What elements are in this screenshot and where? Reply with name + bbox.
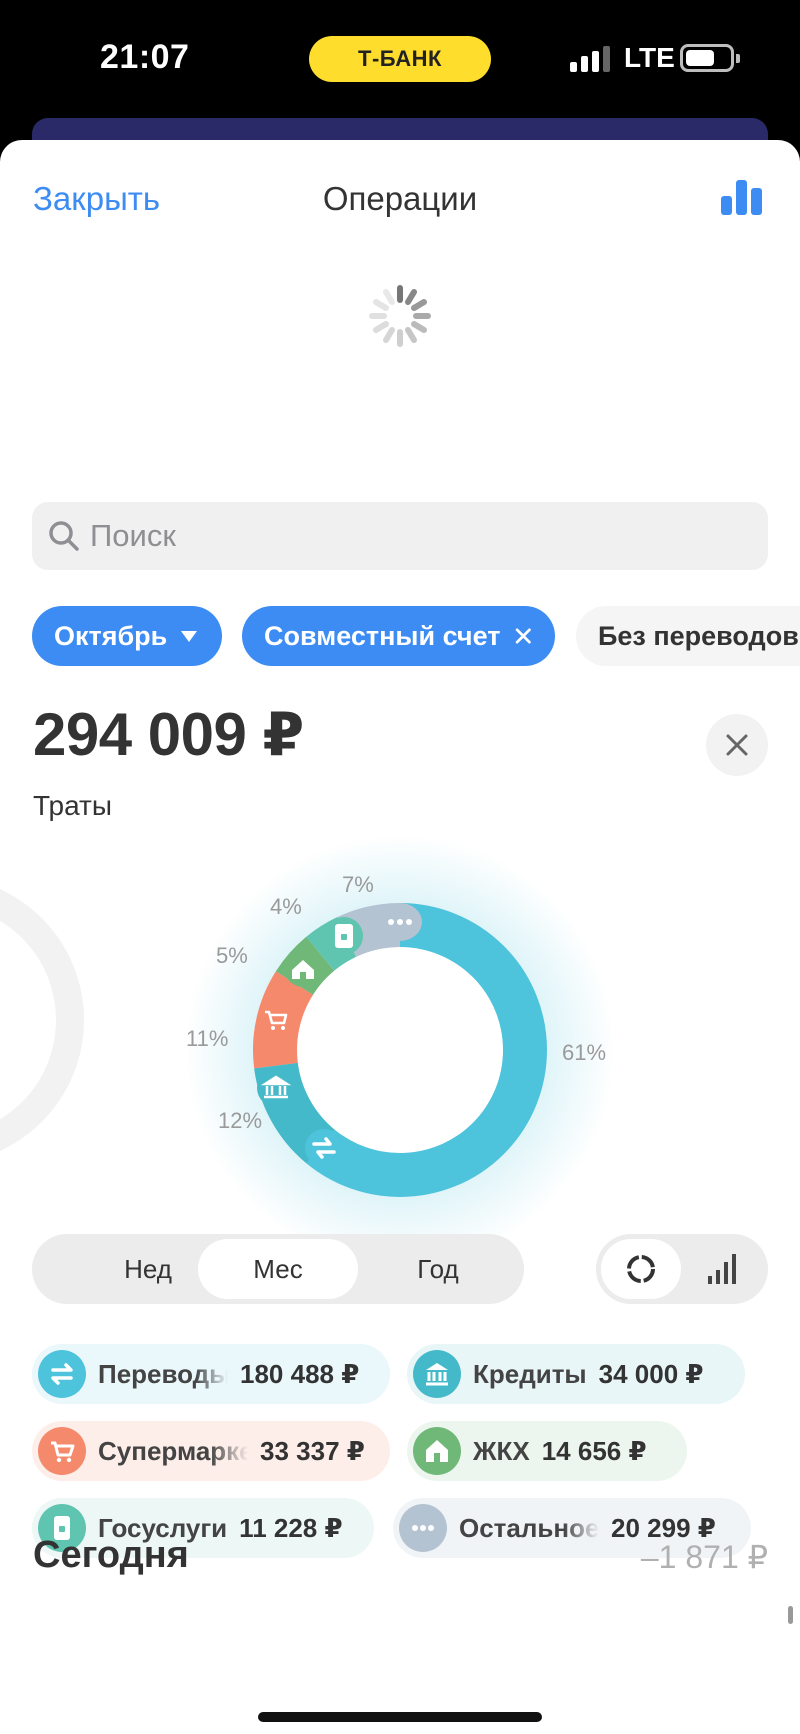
category-name: ЖКХ [473, 1435, 530, 1466]
status-bar: 21:07 Т-БАНК LTE [0, 0, 800, 120]
transfer-icon [305, 1129, 343, 1167]
search-input[interactable] [90, 502, 730, 570]
chevron-down-icon [181, 630, 198, 642]
category-amount: 180 488 ₽ [240, 1358, 360, 1389]
bank-icon [413, 1350, 461, 1398]
cart-icon [257, 1001, 295, 1039]
percent-label-supermarkets: 11% [186, 1026, 228, 1051]
month-filter-chip[interactable]: Октябрь [32, 606, 222, 666]
percent-label-transfers: 61% [562, 1040, 606, 1065]
month-filter-label: Октябрь [54, 620, 168, 651]
scroll-indicator[interactable] [788, 1606, 793, 1624]
total-spending-label: Траты [33, 790, 113, 821]
account-filter-chip[interactable]: Совместный счет [242, 606, 555, 666]
percent-label-other: 7% [342, 872, 374, 897]
network-label: LTE [624, 42, 675, 73]
category-tag-transfers[interactable]: Переводы 180 488 ₽ [32, 1344, 390, 1404]
period-year-tab[interactable]: Год [358, 1239, 518, 1299]
cart-icon [38, 1427, 86, 1475]
operations-sheet: Закрыть Операции Октябрь [0, 140, 800, 1734]
period-selector: Нед Мес Год [32, 1234, 524, 1304]
donut-hole [297, 947, 503, 1153]
transfer-icon [38, 1350, 86, 1398]
section-header-today: Сегодня [33, 1534, 189, 1576]
account-filter-label: Совместный счет [264, 620, 501, 651]
status-time: 21:07 [100, 38, 190, 76]
percent-label-gosuslugi: 4% [270, 894, 302, 919]
no-transfers-filter-label: Без переводов [598, 620, 799, 651]
category-tag-housing[interactable]: ЖКХ 14 656 ₽ [407, 1421, 687, 1481]
donut-view-button[interactable] [601, 1239, 681, 1299]
home-icon [284, 949, 322, 987]
previous-period-ring [0, 889, 84, 1151]
donut-view-icon [627, 1255, 655, 1283]
home-icon [413, 1427, 461, 1475]
close-summary-button[interactable] [706, 714, 768, 776]
close-icon[interactable] [514, 624, 533, 648]
page-title: Операции [322, 180, 478, 217]
bank-icon [257, 1069, 295, 1107]
category-amount: 34 000 ₽ [598, 1358, 704, 1389]
category-name: Остальное [459, 1512, 599, 1543]
percent-label-credits: 12% [218, 1108, 262, 1133]
percent-label-housing: 5% [216, 943, 248, 968]
category-amount: 11 228 ₽ [239, 1512, 343, 1543]
signal-icon [570, 46, 610, 72]
more-icon [399, 1504, 447, 1552]
today-total-amount: –1 871 ₽ [640, 1539, 768, 1575]
bank-status-pill: Т-БАНК [309, 36, 491, 82]
category-amount: 14 656 ₽ [541, 1435, 647, 1466]
document-icon [325, 917, 363, 955]
bar-view-button[interactable] [683, 1239, 763, 1299]
category-name: Супермаркеты [98, 1435, 248, 1466]
loading-spinner-icon [369, 285, 431, 347]
category-name: Кредиты [473, 1358, 587, 1389]
no-transfers-filter-chip[interactable]: Без переводов [576, 606, 800, 666]
category-tag-credits[interactable]: Кредиты 34 000 ₽ [407, 1344, 745, 1404]
category-name: Переводы [98, 1358, 228, 1389]
chart-view-toggle [596, 1234, 768, 1304]
period-month-tab[interactable]: Мес [198, 1239, 358, 1299]
bar-view-icon [708, 1254, 736, 1284]
total-spending: 294 009 ₽ [33, 701, 304, 768]
bar-chart-icon[interactable] [720, 176, 764, 216]
category-tag-supermarkets[interactable]: Супермаркеты 33 337 ₽ [32, 1421, 390, 1481]
more-icon [378, 903, 422, 941]
search-bar[interactable] [32, 502, 768, 570]
battery-icon [680, 44, 740, 72]
search-icon [49, 521, 79, 551]
category-amount: 33 337 ₽ [260, 1435, 365, 1466]
home-indicator[interactable] [258, 1712, 542, 1722]
